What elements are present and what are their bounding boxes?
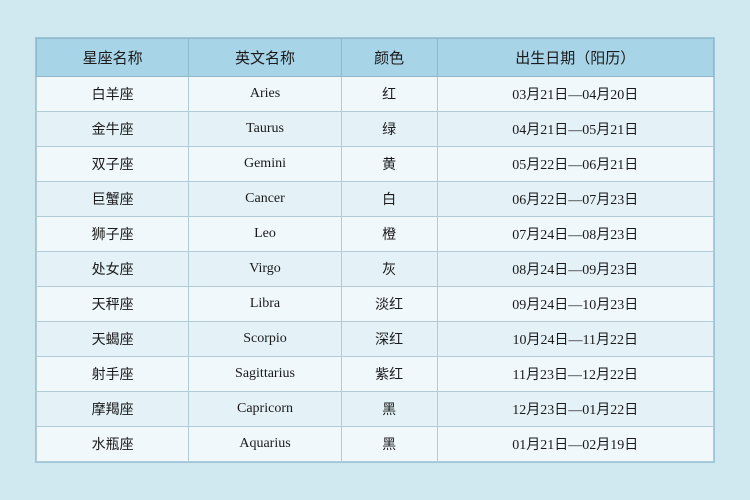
table-row: 天蝎座Scorpio深红10月24日—11月22日 xyxy=(37,322,714,357)
table-row: 水瓶座Aquarius黑01月21日—02月19日 xyxy=(37,427,714,462)
cell-dates: 09月24日—10月23日 xyxy=(437,287,713,322)
cell-chinese-name: 水瓶座 xyxy=(37,427,189,462)
table-row: 狮子座Leo橙07月24日—08月23日 xyxy=(37,217,714,252)
cell-dates: 01月21日—02月19日 xyxy=(437,427,713,462)
cell-chinese-name: 巨蟹座 xyxy=(37,182,189,217)
header-dates: 出生日期（阳历） xyxy=(437,39,713,77)
cell-color: 橙 xyxy=(341,217,437,252)
cell-color: 紫红 xyxy=(341,357,437,392)
table-row: 白羊座Aries红03月21日—04月20日 xyxy=(37,77,714,112)
cell-color: 深红 xyxy=(341,322,437,357)
table-body: 白羊座Aries红03月21日—04月20日金牛座Taurus绿04月21日—0… xyxy=(37,77,714,462)
zodiac-table: 星座名称 英文名称 颜色 出生日期（阳历） 白羊座Aries红03月21日—04… xyxy=(36,38,714,462)
zodiac-table-container: 星座名称 英文名称 颜色 出生日期（阳历） 白羊座Aries红03月21日—04… xyxy=(35,37,715,463)
cell-dates: 04月21日—05月21日 xyxy=(437,112,713,147)
cell-chinese-name: 射手座 xyxy=(37,357,189,392)
cell-dates: 05月22日—06月21日 xyxy=(437,147,713,182)
cell-english-name: Libra xyxy=(189,287,341,322)
cell-color: 红 xyxy=(341,77,437,112)
cell-english-name: Leo xyxy=(189,217,341,252)
cell-color: 灰 xyxy=(341,252,437,287)
cell-dates: 11月23日—12月22日 xyxy=(437,357,713,392)
cell-dates: 12月23日—01月22日 xyxy=(437,392,713,427)
header-english-name: 英文名称 xyxy=(189,39,341,77)
table-row: 射手座Sagittarius紫红11月23日—12月22日 xyxy=(37,357,714,392)
cell-color: 黑 xyxy=(341,392,437,427)
cell-chinese-name: 金牛座 xyxy=(37,112,189,147)
cell-english-name: Cancer xyxy=(189,182,341,217)
cell-chinese-name: 双子座 xyxy=(37,147,189,182)
cell-dates: 03月21日—04月20日 xyxy=(437,77,713,112)
cell-english-name: Aquarius xyxy=(189,427,341,462)
cell-dates: 08月24日—09月23日 xyxy=(437,252,713,287)
table-row: 处女座Virgo灰08月24日—09月23日 xyxy=(37,252,714,287)
cell-chinese-name: 天蝎座 xyxy=(37,322,189,357)
cell-english-name: Gemini xyxy=(189,147,341,182)
table-row: 金牛座Taurus绿04月21日—05月21日 xyxy=(37,112,714,147)
cell-color: 绿 xyxy=(341,112,437,147)
table-row: 双子座Gemini黄05月22日—06月21日 xyxy=(37,147,714,182)
cell-color: 黄 xyxy=(341,147,437,182)
cell-english-name: Sagittarius xyxy=(189,357,341,392)
cell-color: 白 xyxy=(341,182,437,217)
cell-chinese-name: 摩羯座 xyxy=(37,392,189,427)
cell-color: 淡红 xyxy=(341,287,437,322)
cell-chinese-name: 狮子座 xyxy=(37,217,189,252)
cell-chinese-name: 天秤座 xyxy=(37,287,189,322)
table-row: 摩羯座Capricorn黑12月23日—01月22日 xyxy=(37,392,714,427)
table-row: 巨蟹座Cancer白06月22日—07月23日 xyxy=(37,182,714,217)
cell-dates: 10月24日—11月22日 xyxy=(437,322,713,357)
cell-english-name: Capricorn xyxy=(189,392,341,427)
cell-english-name: Virgo xyxy=(189,252,341,287)
header-color: 颜色 xyxy=(341,39,437,77)
header-chinese-name: 星座名称 xyxy=(37,39,189,77)
cell-chinese-name: 处女座 xyxy=(37,252,189,287)
cell-english-name: Taurus xyxy=(189,112,341,147)
cell-color: 黑 xyxy=(341,427,437,462)
cell-dates: 06月22日—07月23日 xyxy=(437,182,713,217)
cell-english-name: Scorpio xyxy=(189,322,341,357)
cell-english-name: Aries xyxy=(189,77,341,112)
table-row: 天秤座Libra淡红09月24日—10月23日 xyxy=(37,287,714,322)
cell-chinese-name: 白羊座 xyxy=(37,77,189,112)
cell-dates: 07月24日—08月23日 xyxy=(437,217,713,252)
table-header-row: 星座名称 英文名称 颜色 出生日期（阳历） xyxy=(37,39,714,77)
